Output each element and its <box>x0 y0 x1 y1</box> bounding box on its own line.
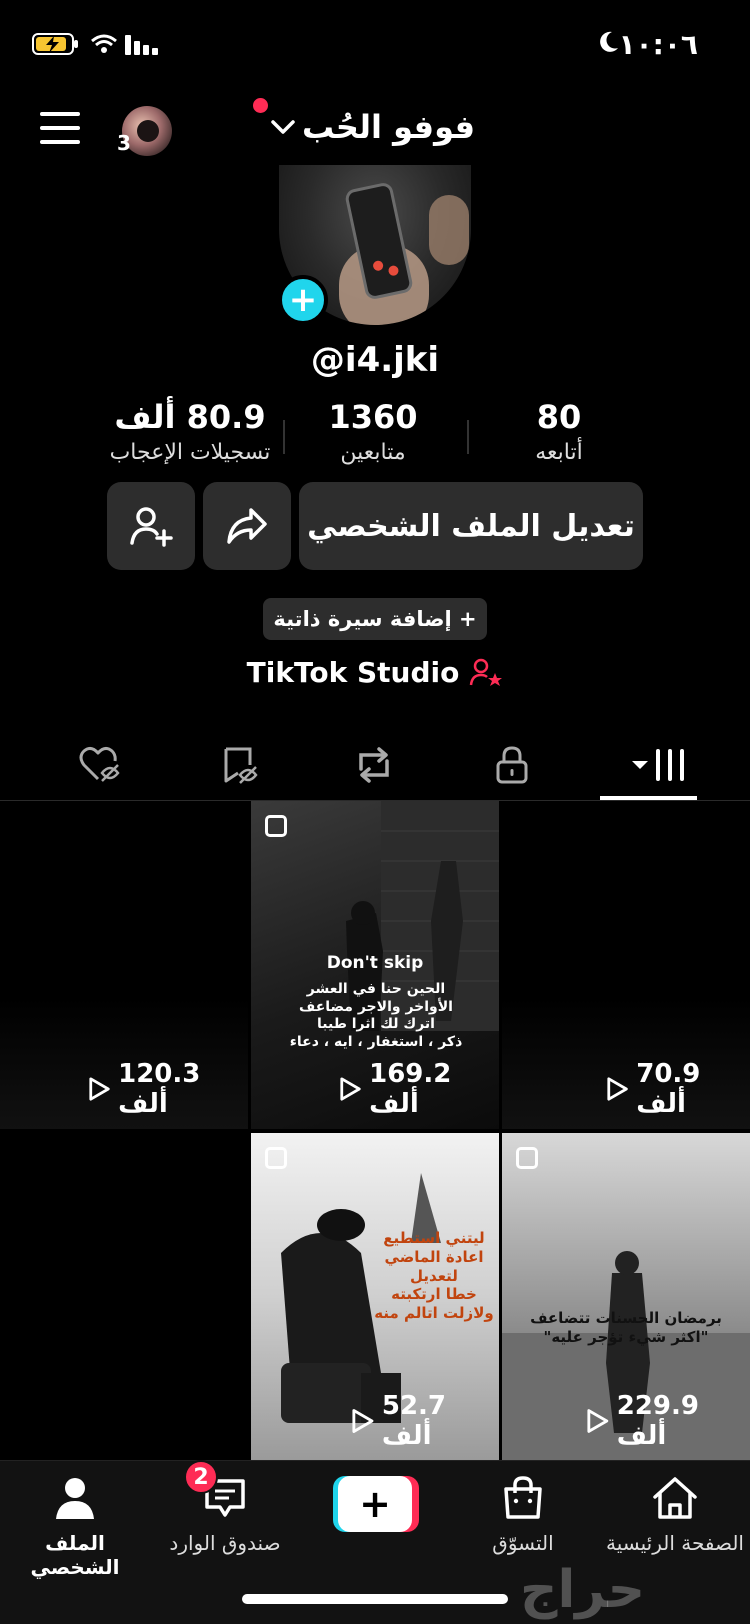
view-count: 52.7 ألف <box>381 1391 447 1451</box>
video-thumbnail[interactable]: Don't skip الحين حنا في العشر الأواخر وا… <box>251 801 499 1129</box>
battery-icon <box>32 33 80 59</box>
view-count: 70.9 ألف <box>636 1059 701 1119</box>
profile-icon <box>56 1478 94 1519</box>
tiktok-studio-label: TikTok Studio <box>246 656 460 689</box>
nav-inbox[interactable]: صندوق الوارد <box>150 1475 300 1555</box>
stat-likes[interactable]: 80.9 ألف تسجيلات الإعجاب <box>90 398 290 465</box>
video-thumbnail[interactable]: برمضان الحسنات تتضاعف "اكثر شيء تؤجر علي… <box>502 1133 750 1461</box>
video-thumbnail[interactable]: 120.3 ألف <box>0 801 248 1129</box>
find-friends-button[interactable] <box>107 482 195 570</box>
creator-star-icon <box>470 658 503 686</box>
videos-grid-icon <box>632 749 684 781</box>
wifi-icon <box>90 33 118 59</box>
profile-tabs <box>0 730 750 800</box>
inbox-badge: 2 <box>184 1460 218 1494</box>
view-count: 229.9 ألف <box>616 1391 699 1451</box>
multi-image-icon <box>265 815 287 837</box>
heart-hidden-icon <box>79 746 120 782</box>
status-time: ١٠:٠٦ <box>618 28 698 61</box>
home-indicator[interactable] <box>242 1594 508 1604</box>
shopping-bag-icon <box>504 1476 542 1519</box>
video-thumbnail[interactable] <box>0 1133 248 1461</box>
play-icon <box>352 1409 374 1433</box>
play-icon <box>587 1409 609 1433</box>
video-thumbnail[interactable]: ليتني استطيع اعادة الماضي لتعديل خطا ارت… <box>251 1133 499 1461</box>
nav-shop-label: التسوّق <box>492 1531 554 1555</box>
view-count: 120.3 ألف <box>118 1059 201 1119</box>
lock-icon <box>496 746 528 784</box>
account-switcher[interactable]: فوفو الحُب <box>270 108 475 146</box>
stat-following[interactable]: 80 أتابعه <box>459 398 659 465</box>
watermark-logo: حراج <box>520 1560 646 1620</box>
nav-profile-label: الملف الشخصي <box>30 1531 120 1579</box>
username: @i4.jki <box>310 340 440 380</box>
play-icon <box>340 1077 361 1101</box>
tiktok-studio-link[interactable]: TikTok Studio <box>0 656 750 689</box>
play-icon <box>89 1077 110 1101</box>
multi-image-icon <box>516 1147 538 1169</box>
notification-dot <box>253 98 268 113</box>
nav-inbox-label: صندوق الوارد <box>169 1531 281 1555</box>
nav-profile[interactable]: الملف الشخصي <box>0 1475 150 1579</box>
video-caption: برمضان الحسنات تتضاعف "اكثر شيء تؤجر علي… <box>530 1309 722 1346</box>
video-caption: الحين حنا في العشر الأواخر والاجر مضاعف … <box>289 981 463 1050</box>
add-bio-button[interactable]: + إضافة سيرة ذاتية <box>263 598 487 640</box>
share-icon <box>227 508 267 544</box>
tab-favorites[interactable] <box>190 730 290 800</box>
plus-icon: + <box>338 1476 412 1532</box>
multi-image-icon <box>265 1147 287 1169</box>
view-count: 169.2 ألف <box>369 1059 452 1119</box>
share-profile-button[interactable] <box>203 482 291 570</box>
bookmark-hidden-icon <box>224 747 258 784</box>
home-icon <box>653 1477 697 1519</box>
chevron-down-icon <box>271 120 295 134</box>
tab-liked[interactable] <box>50 730 150 800</box>
video-thumbnail[interactable]: 70.9 ألف <box>502 801 750 1129</box>
add-story-button[interactable]: + <box>278 275 328 325</box>
notifications-count: 3 <box>117 131 131 155</box>
moon-icon <box>596 30 620 58</box>
nav-home-label: الصفحة الرئيسية <box>606 1531 744 1555</box>
play-icon <box>607 1077 628 1101</box>
tab-reposts[interactable] <box>324 730 424 800</box>
edit-profile-button[interactable]: تعديل الملف الشخصي <box>299 482 643 570</box>
tab-private[interactable] <box>462 730 562 800</box>
stat-followers[interactable]: 1360 متابعين <box>273 398 473 465</box>
repost-icon <box>359 747 389 783</box>
menu-button[interactable] <box>40 112 80 146</box>
status-bar: ١٠:٠٦ <box>0 0 750 90</box>
create-button[interactable]: + <box>333 1476 419 1532</box>
video-caption-title: Don't skip <box>326 953 424 973</box>
nav-home[interactable]: الصفحة الرئيسية <box>600 1475 750 1555</box>
add-friend-icon <box>130 507 173 547</box>
tab-videos[interactable] <box>610 730 710 800</box>
signal-icon <box>125 35 159 59</box>
video-caption: ليتني استطيع اعادة الماضي لتعديل خطا ارت… <box>374 1229 494 1322</box>
nav-shop[interactable]: التسوّق <box>448 1475 598 1555</box>
account-name: فوفو الحُب <box>302 108 476 146</box>
